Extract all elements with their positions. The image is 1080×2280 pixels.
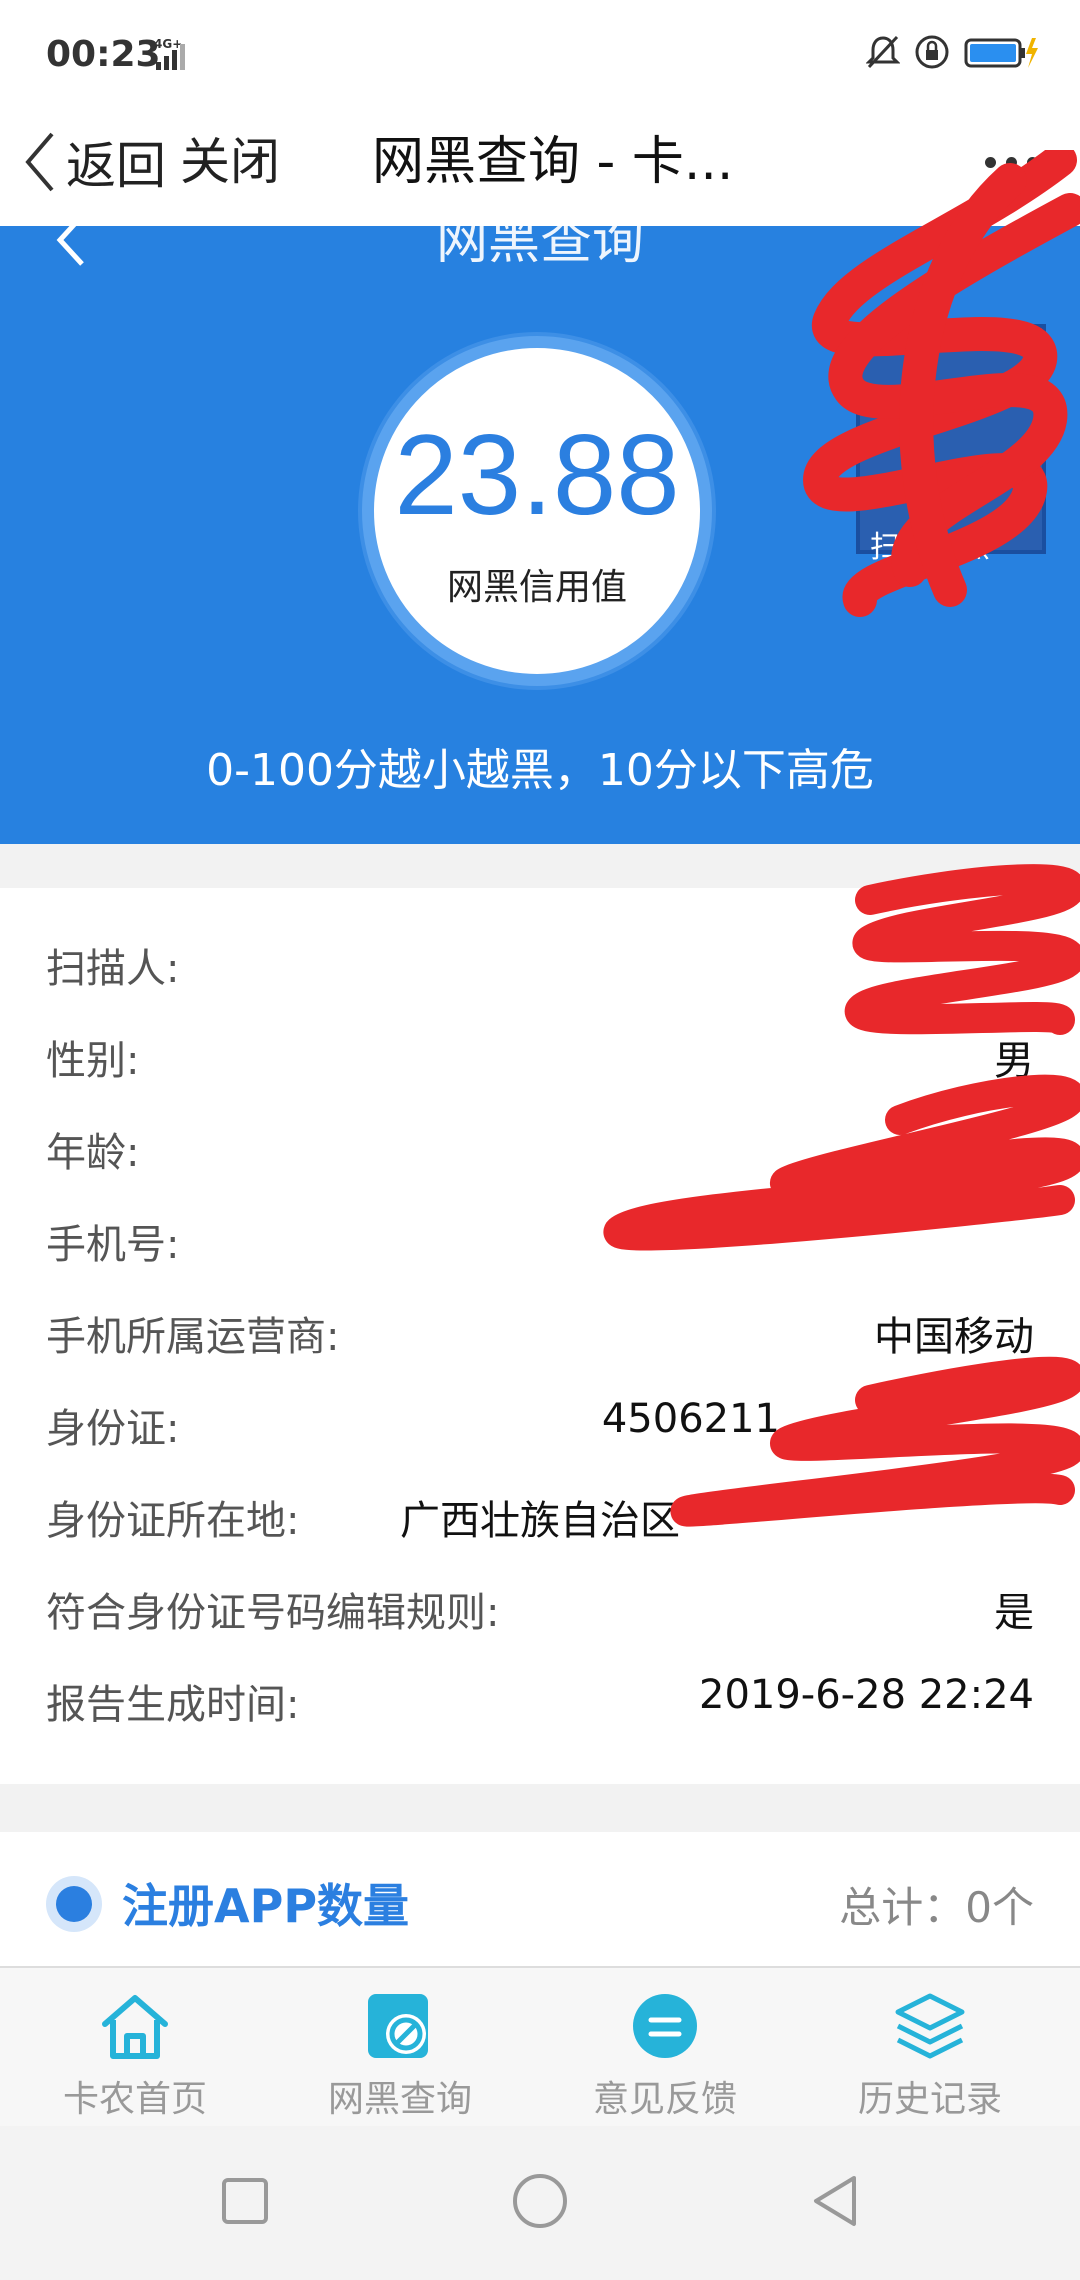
feedback-icon bbox=[633, 1994, 697, 2058]
info-label: 手机所属运营商: bbox=[46, 1314, 340, 1360]
info-row-id-valid: 符合身份证号码编辑规则: 是 bbox=[0, 1562, 1080, 1654]
more-dot-icon bbox=[985, 156, 996, 168]
info-row-id-location: 身份证所在地: 广西壮族自治区 bbox=[0, 1470, 1080, 1562]
info-row-phone: 手机号: bbox=[0, 1194, 1080, 1286]
section-total: 总计：0个 bbox=[839, 1883, 1034, 1932]
info-value: 2019-6-28 22:24 bbox=[699, 1672, 1034, 1718]
score-hint: 0-100分越小越黑，10分以下高危 bbox=[206, 745, 874, 796]
back-button[interactable]: 返回 bbox=[22, 120, 166, 204]
tab-feedback[interactable]: 意见反馈 bbox=[530, 1968, 800, 2128]
page-title: 网黑查询 - 卡... bbox=[372, 132, 734, 192]
more-menu-button[interactable] bbox=[985, 140, 1038, 184]
nav-bar: 返回 关闭 网黑查询 - 卡... bbox=[0, 110, 1080, 226]
history-layers-icon bbox=[895, 1993, 965, 2059]
bottom-tab-bar: 卡农首页 网黑查询 意见反馈 历史记录 bbox=[0, 1966, 1080, 2126]
tab-home[interactable]: 卡农首页 bbox=[0, 1968, 270, 2128]
registered-app-section[interactable]: 注册APP数量 总计：0个 bbox=[0, 1832, 1080, 1968]
info-value: 是 bbox=[994, 1590, 1034, 1636]
blacklist-search-icon bbox=[368, 1994, 428, 2058]
credit-score-label: 网黑信用值 bbox=[446, 567, 627, 608]
info-label: 性别: bbox=[46, 1038, 140, 1084]
network-type-label: 4G+ bbox=[154, 37, 182, 51]
system-nav-bar bbox=[0, 2126, 1080, 2280]
section-title: 注册APP数量 bbox=[122, 1879, 410, 1933]
back-label: 返回 bbox=[66, 137, 166, 195]
report-info-card: 扫描人: 性别: 男 年龄: 手机号: 手机所属运营商: 中国移动 身份证: 4… bbox=[0, 888, 1080, 1784]
tab-history[interactable]: 历史记录 bbox=[795, 1968, 1065, 2128]
tab-label: 卡农首页 bbox=[62, 2079, 207, 2120]
home-icon bbox=[102, 1995, 168, 2059]
rotation-lock-icon bbox=[915, 35, 949, 69]
tab-label: 网黑查询 bbox=[327, 2079, 472, 2120]
qr-caption: 扫码查黑 bbox=[870, 530, 990, 565]
info-label: 身份证: bbox=[46, 1406, 180, 1452]
info-value: 广西壮族自治区 bbox=[400, 1498, 680, 1544]
tab-label: 意见反馈 bbox=[592, 2079, 737, 2120]
chevron-left-icon bbox=[25, 132, 54, 192]
info-row-report-time: 报告生成时间: 2019-6-28 22:24 bbox=[0, 1654, 1080, 1746]
score-circle: 23.88 网黑信用值 bbox=[362, 336, 712, 686]
battery-icon bbox=[964, 38, 1038, 68]
info-row-carrier: 手机所属运营商: 中国移动 bbox=[0, 1286, 1080, 1378]
score-header: 网黑查询 23.88 网黑信用值 扫码查黑 0-100分越小越黑，10分以下高危 bbox=[0, 226, 1080, 844]
info-row-gender: 性别: 男 bbox=[0, 1010, 1080, 1102]
status-icons bbox=[866, 34, 1040, 70]
info-label: 报告生成时间: bbox=[46, 1682, 300, 1728]
info-label: 手机号: bbox=[46, 1222, 180, 1268]
tab-label: 历史记录 bbox=[857, 2079, 1002, 2120]
more-dot-icon bbox=[1027, 156, 1038, 168]
info-value: 4506211 bbox=[601, 1396, 780, 1442]
info-value: 男 bbox=[994, 1038, 1034, 1084]
credit-score-value: 23.88 bbox=[394, 412, 680, 539]
status-bar: 00:23 4G+ bbox=[0, 0, 1080, 110]
info-label: 扫描人: bbox=[46, 946, 180, 992]
info-row-scanner: 扫描人: bbox=[0, 918, 1080, 1010]
inner-page-title: 网黑查询 bbox=[435, 226, 644, 271]
info-row-age: 年龄: bbox=[0, 1102, 1080, 1194]
info-label: 身份证所在地: bbox=[46, 1498, 300, 1544]
qr-code-icon[interactable] bbox=[856, 324, 1046, 554]
back-triangle-icon[interactable] bbox=[800, 2166, 870, 2236]
section-dot-icon bbox=[46, 1876, 102, 1932]
home-circle-icon[interactable] bbox=[505, 2166, 575, 2236]
info-row-id: 身份证: 4506211 bbox=[0, 1378, 1080, 1470]
bell-muted-icon bbox=[866, 35, 900, 69]
info-value: 中国移动 bbox=[874, 1314, 1034, 1360]
tab-blacklist-search[interactable]: 网黑查询 bbox=[265, 1968, 535, 2128]
recents-square-icon[interactable] bbox=[210, 2166, 280, 2236]
info-label: 年龄: bbox=[46, 1130, 140, 1176]
more-dot-icon bbox=[1006, 156, 1017, 168]
close-button[interactable]: 关闭 bbox=[180, 120, 280, 204]
info-label: 符合身份证号码编辑规则: bbox=[46, 1590, 500, 1636]
signal-icon: 4G+ bbox=[154, 37, 185, 70]
